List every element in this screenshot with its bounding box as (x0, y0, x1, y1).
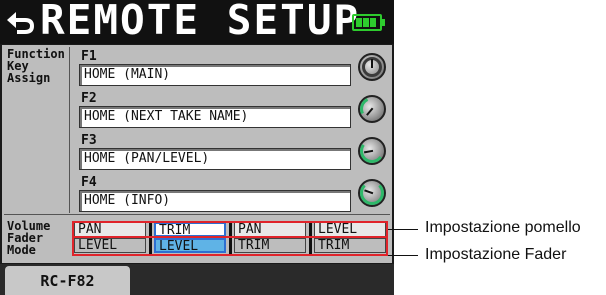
knob-needle (371, 59, 373, 68)
function-key-value: HOME (NEXT TAKE NAME) (84, 109, 249, 124)
function-key-row-f4: F4 HOME (INFO) (75, 173, 390, 215)
divider (149, 221, 152, 255)
function-key-row-f3: F3 HOME (PAN/LEVEL) (75, 131, 390, 173)
battery-icon (352, 14, 385, 31)
function-key-row-f1: F1 HOME (MAIN) (75, 47, 390, 89)
fader-setting: TRIM (314, 238, 386, 253)
function-key-assign-label: Function Key Assign (7, 47, 65, 85)
back-arrow-icon[interactable] (5, 6, 37, 38)
fader-mode-option[interactable]: PAN TRIM (234, 221, 306, 255)
function-key-label: F4 (81, 175, 97, 190)
title-bar: REMOTE SETUP (0, 0, 394, 44)
volume-fader-mode-label: Volume Fader Mode (7, 219, 51, 257)
highlight-box (72, 221, 74, 256)
tab-rc-f82[interactable]: RC-F82 (5, 266, 130, 295)
fader-setting: LEVEL (154, 238, 226, 254)
highlight-box (72, 236, 388, 238)
highlight-box (386, 221, 388, 256)
knob-setting: TRIM (154, 222, 226, 238)
knob-setting: PAN (74, 222, 146, 237)
divider (69, 47, 70, 213)
highlight-box (72, 254, 388, 256)
function-key-label: F2 (81, 91, 97, 106)
function-key-value-field[interactable]: HOME (INFO) (79, 190, 351, 212)
callout-line (388, 255, 418, 256)
highlight-box (72, 221, 388, 223)
settings-panel: Function Key Assign F1 HOME (MAIN) F2 HO… (2, 45, 392, 263)
knob-setting: PAN (234, 222, 306, 237)
battery-cell (370, 18, 376, 27)
fader-setting-callout: Impostazione Fader (425, 246, 567, 263)
function-key-value-field[interactable]: HOME (NEXT TAKE NAME) (79, 106, 351, 128)
knob-setting-callout: Impostazione pomello (425, 219, 581, 236)
fader-mode-option[interactable]: LEVEL TRIM (314, 221, 386, 255)
function-key-value: HOME (PAN/LEVEL) (84, 151, 210, 166)
recorder-screen: REMOTE SETUP Function Key Assign F1 HOME… (0, 0, 394, 295)
fader-setting: TRIM (234, 238, 306, 253)
callout-line (388, 229, 418, 230)
divider (4, 214, 390, 215)
fader-mode-option-selected[interactable]: TRIM LEVEL (154, 221, 226, 255)
function-key-value: HOME (MAIN) (84, 67, 171, 82)
knob-setting: LEVEL (314, 222, 386, 237)
function-key-label: F1 (81, 49, 97, 64)
function-key-value-field[interactable]: HOME (MAIN) (79, 64, 351, 86)
fader-mode-option[interactable]: PAN LEVEL (74, 221, 146, 255)
page-title: REMOTE SETUP (40, 0, 361, 44)
function-key-value: HOME (INFO) (84, 193, 171, 208)
divider (229, 221, 232, 255)
knob-icon[interactable] (358, 53, 386, 81)
fader-setting: LEVEL (74, 238, 146, 253)
function-key-row-f2: F2 HOME (NEXT TAKE NAME) (75, 89, 390, 131)
knob-icon[interactable] (356, 93, 388, 125)
tab-label: RC-F82 (40, 272, 95, 290)
battery-cell (363, 18, 369, 27)
function-key-value-field[interactable]: HOME (PAN/LEVEL) (79, 148, 351, 170)
battery-cell (356, 18, 362, 27)
tab-bar: RC-F82 (0, 264, 394, 295)
knob-icon[interactable] (358, 137, 386, 165)
function-key-label: F3 (81, 133, 97, 148)
knob-icon[interactable] (358, 179, 386, 207)
divider (309, 221, 312, 255)
